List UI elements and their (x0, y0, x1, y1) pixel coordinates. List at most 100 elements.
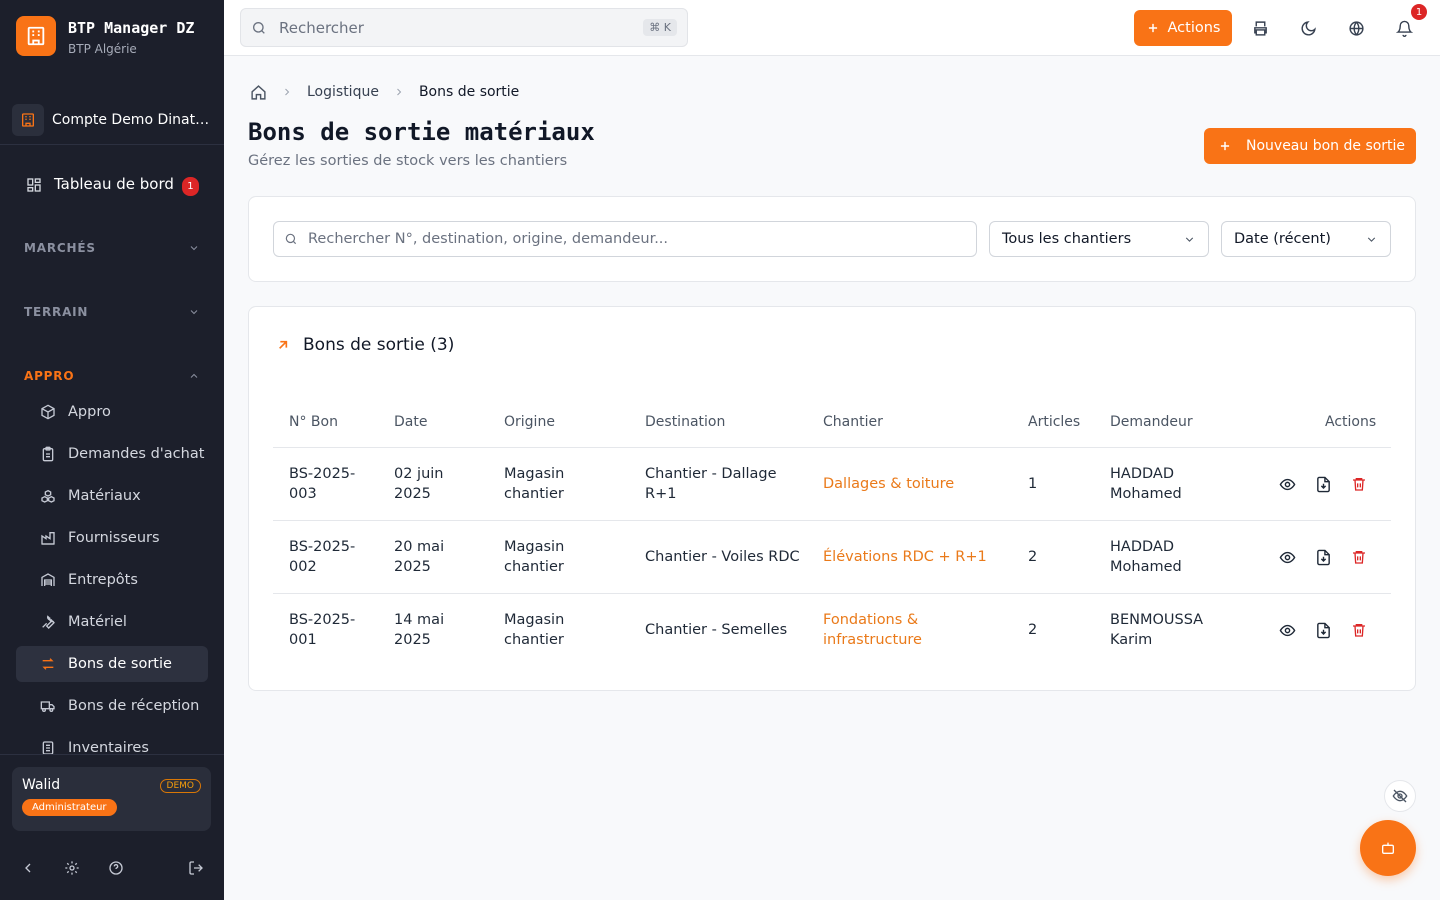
topbar: Rechercher ⌘ K Actions 1 (224, 0, 1440, 56)
transfer-icon (42, 658, 54, 670)
section-appro[interactable]: APPRO (24, 369, 200, 383)
eye-icon[interactable] (1277, 473, 1297, 495)
download-file-icon[interactable] (1313, 473, 1333, 495)
section-marches[interactable]: MARCHÉS (24, 241, 200, 255)
column-header[interactable]: Date (394, 414, 427, 430)
print-icon[interactable] (1248, 16, 1272, 40)
sheet-icon (42, 741, 54, 754)
cell-chantier-link[interactable]: Élévations RDC + R+1 (823, 521, 1008, 593)
moon-icon[interactable] (1296, 16, 1320, 40)
sidebar-item-label: Entrepôts (68, 572, 138, 588)
cell-destination: Chantier - Voiles RDC (645, 549, 800, 565)
cell-chantier-link[interactable]: Fondations & infrastructure (823, 594, 963, 666)
column-header[interactable]: Articles (1028, 414, 1080, 430)
cell-num: BS-2025-001 (289, 612, 356, 648)
sidebar-item-materiel[interactable]: Matériel (16, 604, 208, 640)
chevron-right-icon (397, 88, 402, 96)
account-switcher[interactable]: Compte Demo Dinatech (12, 103, 212, 137)
table-row[interactable]: BS-2025-003 02 juin 2025 Magasin chantie… (273, 448, 1391, 521)
chevron-up-icon (190, 373, 198, 378)
sidebar-item-bons-de-sortie[interactable]: Bons de sortie (16, 646, 208, 682)
keyboard-shortcut: ⌘ K (643, 19, 677, 36)
column-header[interactable]: N° Bon (289, 414, 338, 430)
chevron-down-icon (1367, 236, 1376, 242)
column-header[interactable]: Chantier (823, 414, 883, 430)
arrow-up-right-icon (279, 340, 288, 349)
column-header[interactable]: Origine (504, 414, 555, 430)
sort-select[interactable]: Date (récent) (1221, 221, 1391, 257)
sidebar-item-fournisseurs[interactable]: Fournisseurs (16, 520, 208, 556)
sidebar-footer (20, 856, 204, 880)
brand[interactable]: BTP Manager DZ BTP Algérie (16, 16, 198, 56)
section-label: TERRAIN (24, 305, 89, 319)
cell-destination: Chantier - Semelles (645, 622, 788, 638)
cell-demandeur: HADDAD Mohamed (1110, 539, 1182, 575)
download-file-icon[interactable] (1313, 546, 1333, 568)
column-header: Actions (1325, 414, 1377, 430)
sidebar-item-label: Tableau de bord (54, 174, 174, 193)
truck-icon (40, 701, 55, 712)
breadcrumb-link[interactable]: Logistique (307, 84, 379, 100)
user-card[interactable]: Walid DEMO Administrateur (12, 767, 211, 831)
eye-icon[interactable] (1277, 546, 1297, 568)
chevron-down-icon (1185, 236, 1194, 242)
section-label: MARCHÉS (24, 241, 96, 255)
notification-count-badge: 1 (1411, 4, 1427, 20)
download-file-icon[interactable] (1313, 619, 1333, 641)
global-search-input[interactable]: Rechercher ⌘ K (240, 8, 688, 47)
table-row[interactable]: BS-2025-002 20 mai 2025 Magasin chantier… (273, 521, 1391, 594)
bot-icon (1382, 842, 1394, 854)
search-icon (252, 21, 265, 34)
section-terrain[interactable]: TERRAIN (24, 305, 200, 319)
sidebar-item-materiaux[interactable]: Matériaux (16, 478, 208, 514)
select-value: Date (récent) (1234, 231, 1331, 247)
page-title: Bons de sortie matériaux (248, 118, 595, 146)
filter-search-placeholder: Rechercher N°, destination, origine, dem… (308, 231, 669, 247)
filter-search-input[interactable]: Rechercher N°, destination, origine, dem… (273, 221, 977, 257)
help-icon[interactable] (108, 860, 124, 876)
column-header[interactable]: Destination (645, 414, 725, 430)
notification-badge: 1 (181, 176, 199, 196)
sidebar-item-label: Bons de sortie (68, 656, 172, 672)
eye-icon[interactable] (1277, 619, 1297, 641)
sidebar-item-bons-de-reception[interactable]: Bons de réception (16, 688, 208, 724)
cell-articles: 2 (1028, 622, 1038, 638)
chevron-left-icon[interactable] (20, 860, 36, 876)
sidebar-item-dashboard[interactable]: Tableau de bord 1 (16, 167, 208, 203)
bell-icon[interactable] (1392, 16, 1416, 40)
sidebar-item-label: Demandes d'achat (68, 446, 205, 462)
trash-icon[interactable] (1349, 619, 1369, 641)
new-exit-voucher-button[interactable]: Nouveau bon de sortie (1204, 128, 1416, 164)
factory-icon (41, 532, 55, 545)
column-header[interactable]: Demandeur (1110, 414, 1193, 430)
trash-icon[interactable] (1349, 546, 1369, 568)
warehouse-icon (41, 573, 55, 586)
gear-icon[interactable] (64, 860, 80, 876)
sidebar-item-appro[interactable]: Appro (16, 394, 208, 430)
breadcrumb: Logistique Bons de sortie (250, 82, 519, 102)
account-name: Compte Demo Dinatech (52, 112, 212, 128)
chantier-select[interactable]: Tous les chantiers (989, 221, 1209, 257)
trash-icon[interactable] (1349, 473, 1369, 495)
table-row[interactable]: BS-2025-001 14 mai 2025 Magasin chantier… (273, 594, 1391, 667)
sidebar-item-demandes-achat[interactable]: Demandes d'achat (16, 436, 208, 472)
cell-chantier-link[interactable]: Dallages & toiture (823, 448, 1003, 520)
sidebar-item-entrepots[interactable]: Entrepôts (16, 562, 208, 598)
assistant-bot-button[interactable] (1360, 820, 1416, 876)
cell-num: BS-2025-002 (289, 539, 356, 575)
role-badge: Administrateur (22, 799, 117, 816)
sidebar-nav-list: Appro Demandes d'achat Matériaux Fournis… (16, 394, 208, 754)
clipboard-icon (42, 446, 54, 462)
home-icon[interactable] (250, 84, 267, 101)
cell-date: 02 juin 2025 (394, 466, 444, 502)
sidebar-item-label: Fournisseurs (68, 530, 160, 546)
sidebar-item-label: Inventaires (68, 740, 149, 754)
eye-off-icon[interactable] (1384, 780, 1416, 812)
cell-destination: Chantier - Dallage R+1 (645, 466, 777, 502)
actions-button[interactable]: Actions (1134, 10, 1232, 46)
filter-card: Rechercher N°, destination, origine, dem… (248, 196, 1416, 282)
cell-demandeur: BENMOUSSA Karim (1110, 612, 1204, 648)
globe-icon[interactable] (1344, 16, 1368, 40)
logout-icon[interactable] (188, 860, 204, 876)
sidebar-item-inventaires[interactable]: Inventaires (16, 730, 208, 754)
